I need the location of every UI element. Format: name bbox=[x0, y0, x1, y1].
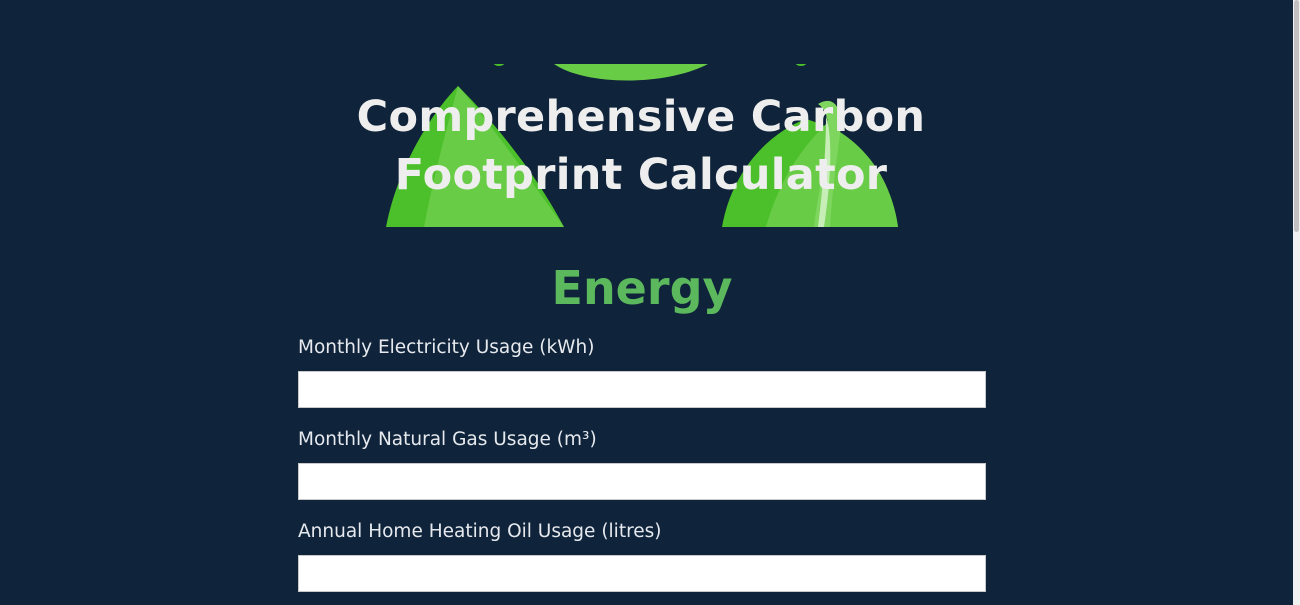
heating-oil-usage-label: Annual Home Heating Oil Usage (litres) bbox=[298, 521, 662, 542]
natural-gas-usage-label: Monthly Natural Gas Usage (m³) bbox=[298, 429, 597, 450]
section-heading-energy: Energy bbox=[551, 261, 733, 315]
page-scrollbar[interactable] bbox=[1293, 0, 1300, 605]
natural-gas-usage-input[interactable] bbox=[298, 463, 986, 500]
electricity-usage-input[interactable] bbox=[298, 371, 986, 408]
page-title: Comprehensive Carbon Footprint Calculato… bbox=[356, 92, 926, 200]
page: Comprehensive Carbon Footprint Calculato… bbox=[0, 0, 1293, 605]
scrollbar-thumb[interactable] bbox=[1294, 0, 1299, 232]
electricity-usage-label: Monthly Electricity Usage (kWh) bbox=[298, 337, 595, 358]
heating-oil-usage-input[interactable] bbox=[298, 555, 986, 592]
